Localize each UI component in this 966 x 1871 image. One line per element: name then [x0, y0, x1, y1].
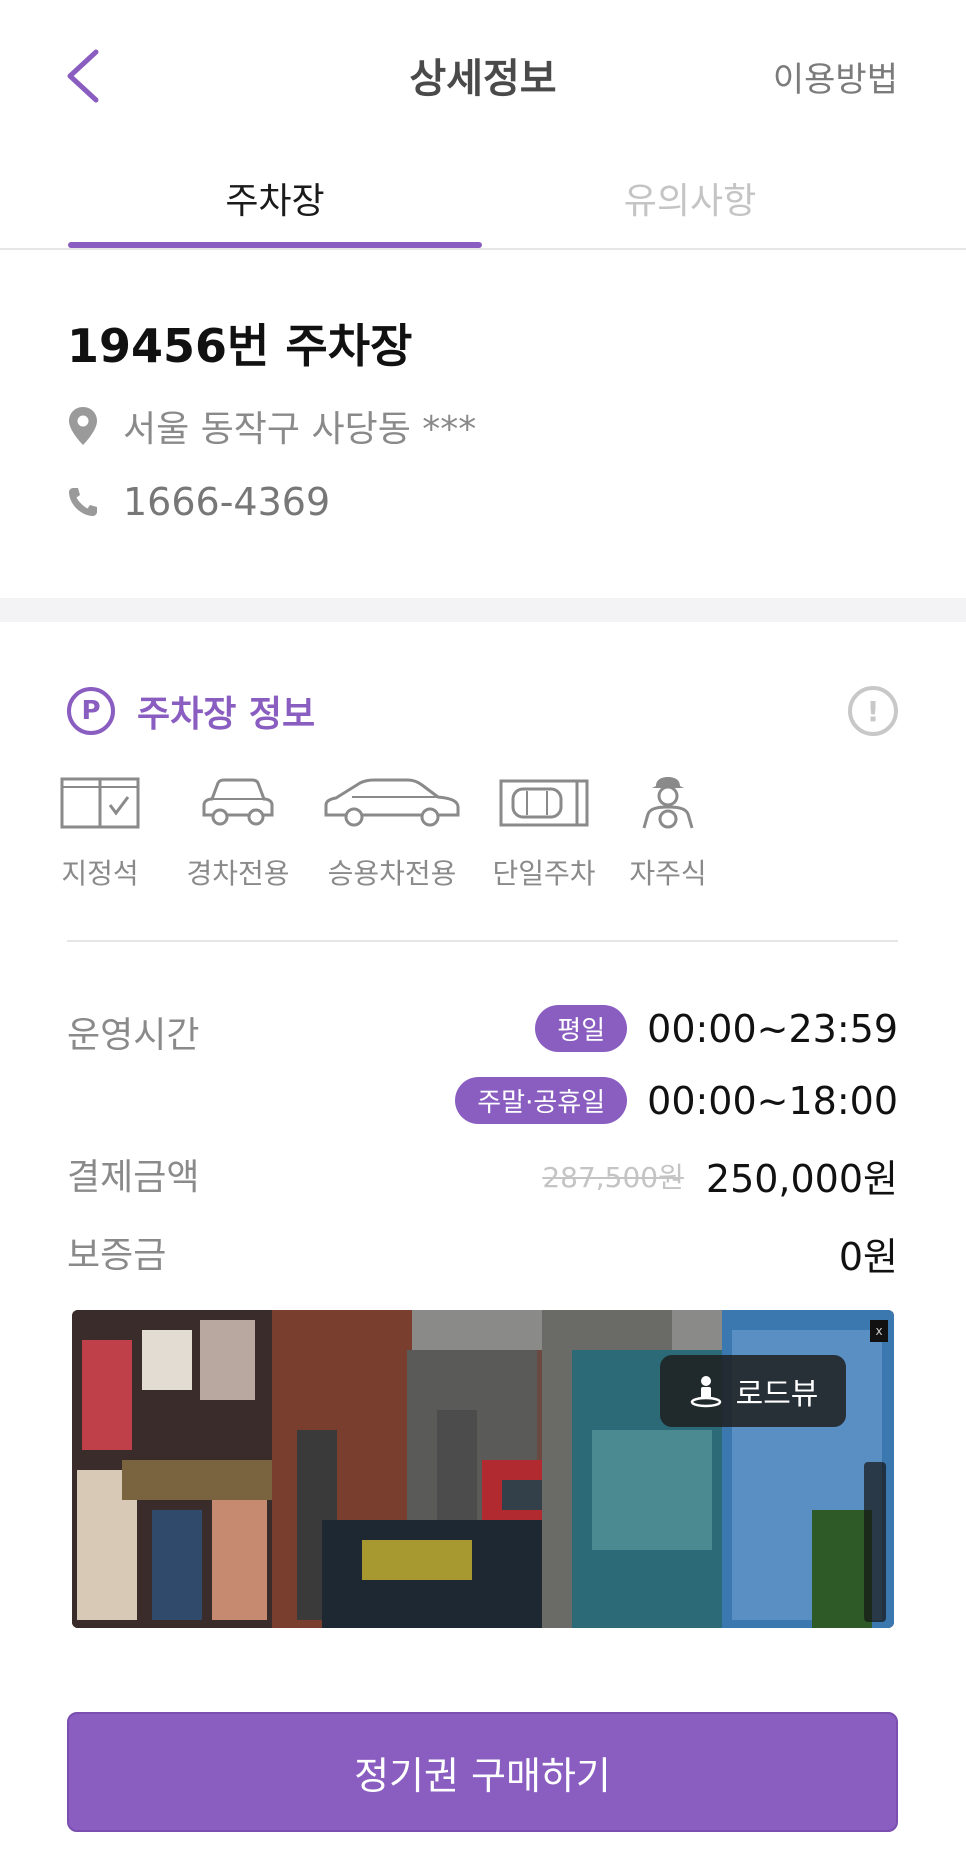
weekday-hours: 00:00~23:59 [647, 1006, 898, 1051]
tab-bar: 주차장 유의사항 [0, 150, 966, 250]
close-icon[interactable]: x [870, 1320, 888, 1342]
deposit-value: 0원 [838, 1235, 898, 1279]
section-title: 주차장 정보 [137, 694, 316, 735]
feature-label: 자주식 [629, 857, 707, 890]
phone-number[interactable]: 1666-4369 [123, 480, 330, 524]
phone-row[interactable]: 1666-4369 [67, 480, 330, 524]
weekend-badge: 주말·공휴일 [455, 1077, 628, 1124]
address-text: 서울 동작구 사당동 *** [123, 409, 477, 450]
info-alert-icon[interactable]: ! [848, 686, 898, 736]
feature-label: 지정석 [61, 857, 139, 890]
deposit-row: 0원 [839, 1226, 898, 1281]
section-header: P 주차장 정보 [67, 685, 315, 737]
roadview-button[interactable]: 로드뷰 [660, 1355, 846, 1427]
roadview-label: 로드뷰 [735, 1377, 819, 1412]
compact-car-icon [198, 770, 278, 834]
feature-label: 단일주차 [492, 857, 596, 890]
weekday-hours-row: 평일 00:00~23:59 [535, 1005, 898, 1052]
active-tab-indicator [68, 242, 482, 248]
original-price: 287,500원 [542, 1160, 684, 1194]
hours-label: 운영시간 [67, 1015, 200, 1056]
weekend-hours-row: 주말·공휴일 00:00~18:00 [455, 1077, 898, 1124]
feature-item: 경차전용 [184, 770, 292, 892]
feature-item: 단일주차 [490, 770, 598, 892]
feature-item: 승용차전용 [322, 770, 462, 892]
roadview-panel[interactable]: 로드뷰 x [72, 1310, 894, 1628]
location-pin-icon [67, 405, 99, 447]
section-divider [0, 598, 966, 622]
tab-notices[interactable]: 유의사항 [483, 172, 897, 224]
divider-line [67, 940, 898, 942]
weekend-hours: 00:00~18:00 [647, 1078, 898, 1123]
street-view-person-icon [688, 1373, 724, 1409]
feature-label: 경차전용 [186, 857, 290, 890]
roadview-controls[interactable] [864, 1462, 886, 1622]
address-row: 서울 동작구 사당동 *** [67, 400, 476, 452]
feature-label: 승용차전용 [327, 857, 457, 890]
purchase-pass-button[interactable]: 정기권 구매하기 [67, 1712, 898, 1832]
price-value: 250,000원 [705, 1157, 898, 1201]
parking-icon: P [67, 687, 115, 735]
price-row: 287,500원 250,000원 [542, 1148, 898, 1203]
single-parking-icon [499, 770, 589, 834]
feature-item: 자주식 [628, 770, 708, 892]
tab-parking-lot[interactable]: 주차장 [68, 172, 482, 224]
parking-detail-page: 상세정보 이용방법 주차장 유의사항 19456번 주차장 서울 동작구 사당동… [0, 0, 966, 1871]
feature-item: 지정석 [60, 770, 140, 892]
price-label: 결제금액 [67, 1157, 200, 1198]
self-parking-icon [638, 770, 698, 834]
lot-name: 19456번 주차장 [67, 319, 413, 373]
help-link[interactable]: 이용방법 [773, 52, 898, 101]
phone-icon [67, 481, 99, 523]
weekday-badge: 평일 [535, 1005, 628, 1052]
reserved-seat-icon [60, 770, 140, 834]
sedan-icon [322, 770, 462, 834]
header: 상세정보 이용방법 [0, 0, 966, 150]
feature-list: 지정석 경차전용 승용차전용 단일주차 자주식 [60, 770, 708, 892]
deposit-label: 보증금 [67, 1235, 167, 1276]
